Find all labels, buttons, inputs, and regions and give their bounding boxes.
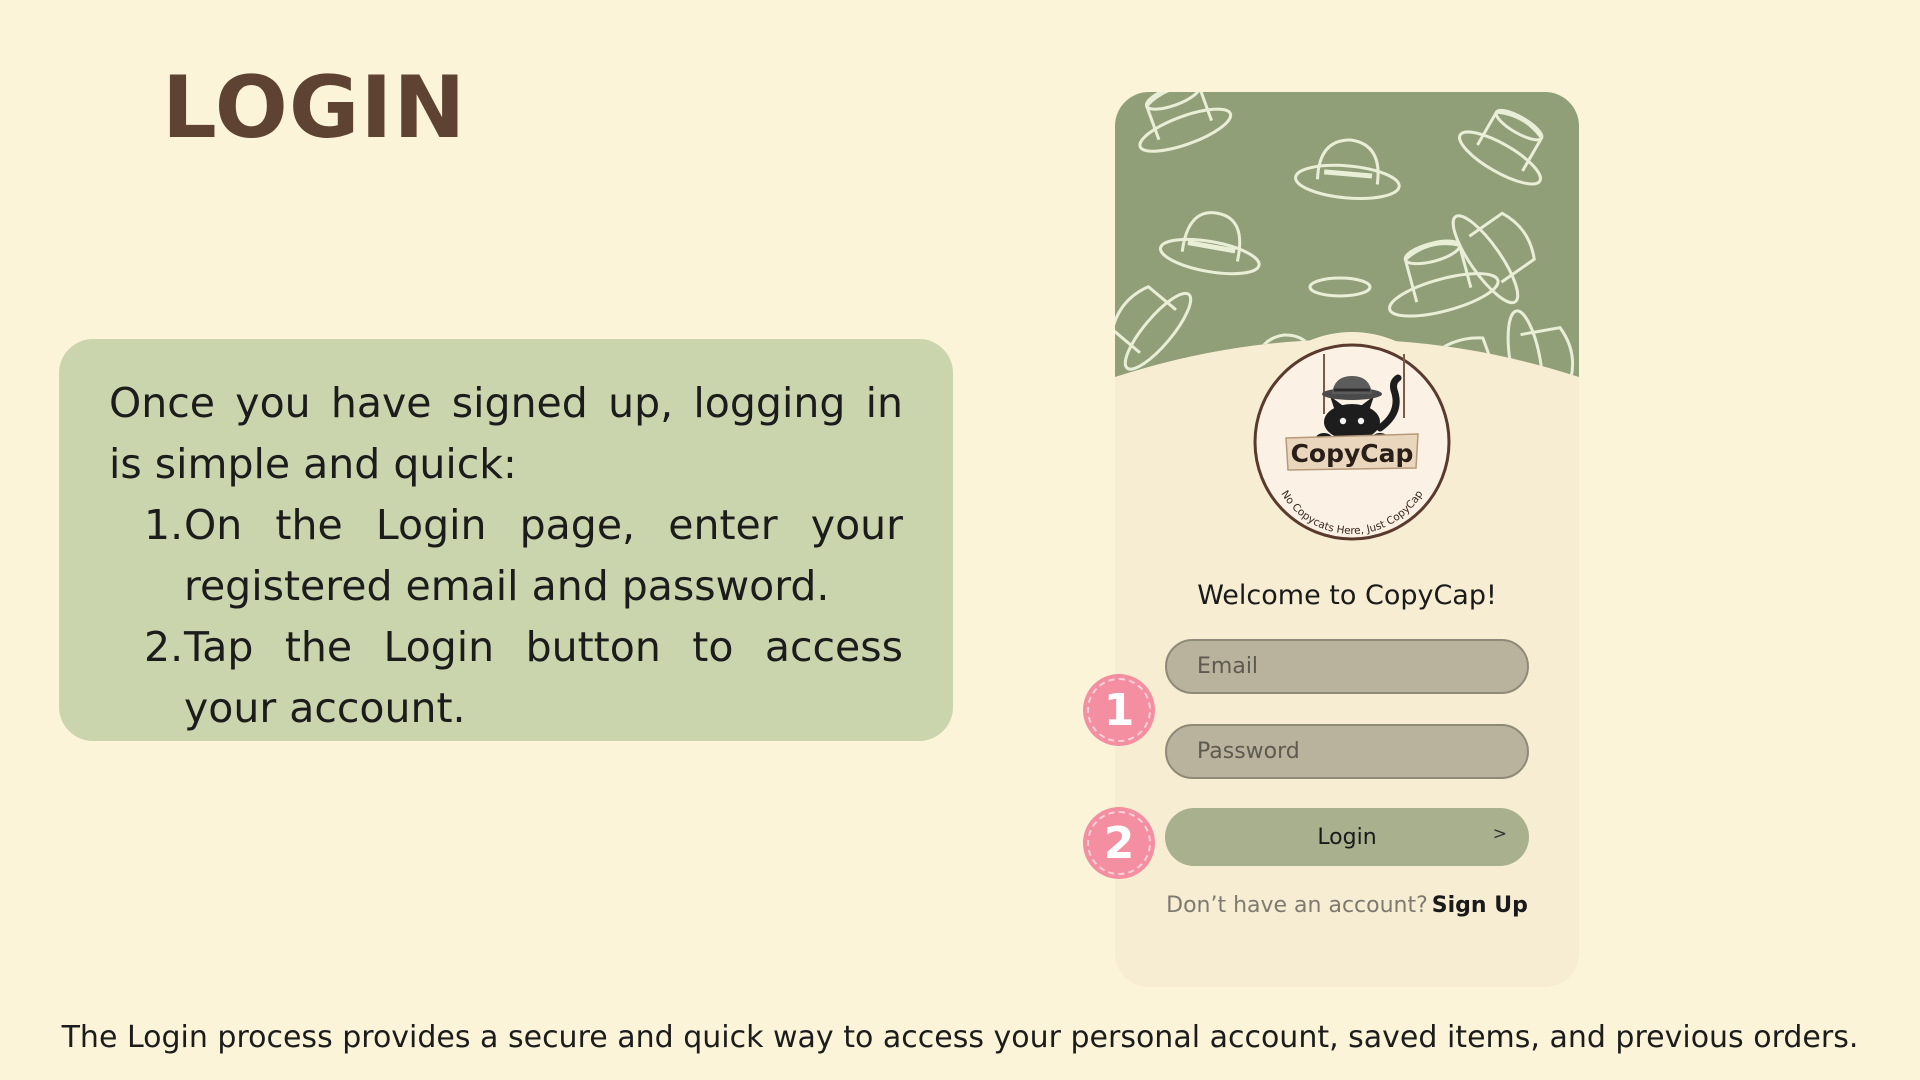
phone-screen: CopyCap No Copycats Here, Just CopyCap W… (1115, 92, 1579, 987)
step-2-callout-badge: 2 (1083, 807, 1155, 879)
step-text: On the Login page, enter your registered… (184, 501, 903, 610)
instructions-steps: 1. On the Login page, enter your registe… (109, 495, 903, 739)
step-text: Tap the Login button to access your acco… (184, 623, 903, 732)
password-field[interactable] (1165, 724, 1529, 779)
login-button[interactable]: Login > (1165, 808, 1529, 866)
copycap-logo: CopyCap No Copycats Here, Just CopyCap (1253, 343, 1451, 541)
login-button-label: Login (1317, 824, 1377, 850)
page-title: LOGIN (162, 58, 467, 158)
logo-wordmark: CopyCap (1291, 439, 1414, 468)
chevron-right-icon: > (1492, 824, 1507, 844)
step-1-callout-badge: 1 (1083, 674, 1155, 746)
instruction-step: 2. Tap the Login button to access your a… (109, 617, 903, 739)
step-number: 1. (144, 501, 184, 549)
signup-prompt: Don’t have an account? (1166, 893, 1428, 918)
signup-prompt-row: Don’t have an account? Sign Up (1115, 893, 1579, 918)
instruction-step: 1. On the Login page, enter your registe… (109, 495, 903, 617)
instructions-intro: Once you have signed up, logging in is s… (109, 379, 903, 488)
signup-link[interactable]: Sign Up (1432, 893, 1528, 918)
step-number: 2. (144, 623, 184, 671)
welcome-heading: Welcome to CopyCap! (1197, 580, 1497, 611)
logo-badge: CopyCap No Copycats Here, Just CopyCap (1242, 332, 1462, 552)
email-field[interactable] (1165, 639, 1529, 694)
instructions-card: Once you have signed up, logging in is s… (59, 339, 953, 741)
page-caption: The Login process provides a secure and … (61, 1020, 1859, 1055)
